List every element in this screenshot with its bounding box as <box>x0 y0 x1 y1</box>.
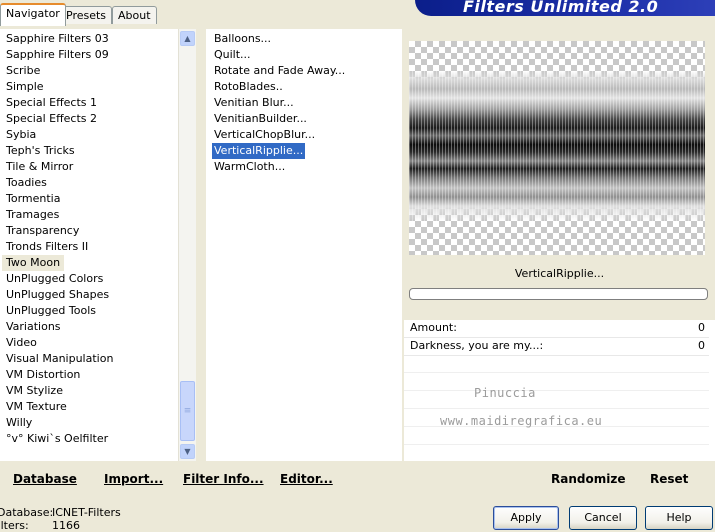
scroll-thumb[interactable]: ≡ <box>180 381 195 441</box>
scroll-up-button[interactable]: ▲ <box>180 31 195 46</box>
bottom-toolbar: Database Import... Filter Info... Editor… <box>0 462 715 494</box>
category-item[interactable]: Tronds Filters II <box>6 239 88 255</box>
category-item[interactable]: Sapphire Filters 09 <box>6 47 109 63</box>
category-item[interactable]: Scribe <box>6 63 40 79</box>
category-item[interactable]: °v° Kiwi`s Oelfilter <box>6 431 108 447</box>
category-item[interactable]: VM Stylize <box>6 383 63 399</box>
category-item[interactable]: UnPlugged Tools <box>6 303 96 319</box>
filter-item[interactable]: Balloons... <box>214 31 271 47</box>
param-label: Darkness, you are my...: <box>410 339 544 352</box>
grip-icon: ≡ <box>183 406 192 416</box>
category-item[interactable]: VM Texture <box>6 399 67 415</box>
category-item[interactable]: UnPlugged Shapes <box>6 287 109 303</box>
category-scrollbar[interactable]: ▲ ≡ ▼ <box>178 29 196 461</box>
randomize-button[interactable]: Randomize <box>551 472 625 486</box>
app-title-banner: Filters Unlimited 2.0 <box>415 0 715 16</box>
filter-item[interactable]: RotoBlades.. <box>214 79 283 95</box>
category-item[interactable]: Tramages <box>6 207 59 223</box>
filter-item[interactable]: VerticalChopBlur... <box>214 127 315 143</box>
param-row-darkness[interactable]: Darkness, you are my...: 0 <box>404 338 709 356</box>
category-item[interactable]: Video <box>6 335 37 351</box>
category-item[interactable]: Two Moon <box>2 255 65 271</box>
category-item[interactable]: Simple <box>6 79 44 95</box>
import-button[interactable]: Import... <box>104 472 163 486</box>
filter-list[interactable]: Balloons... Quilt... Rotate and Fade Away.… <box>206 29 402 461</box>
param-value: 0 <box>698 339 705 352</box>
category-item[interactable]: UnPlugged Colors <box>6 271 103 287</box>
filter-item[interactable]: VerticalRipplie... <box>212 143 306 159</box>
filter-item[interactable]: WarmCloth... <box>214 159 285 175</box>
scroll-down-button[interactable]: ▼ <box>180 444 195 459</box>
filter-info-button[interactable]: Filter Info... <box>183 472 264 486</box>
status-filters-label: Filters: <box>0 519 29 532</box>
tab-about[interactable]: About <box>112 6 157 24</box>
category-item[interactable]: Tormentia <box>6 191 60 207</box>
category-item[interactable]: Toadies <box>6 175 47 191</box>
status-database-value: ICNET-Filters <box>52 506 121 519</box>
watermark-url: www.maidiregrafica.eu <box>440 414 603 428</box>
preview-image <box>409 41 705 255</box>
filter-item[interactable]: Rotate and Fade Away... <box>214 63 345 79</box>
filter-item[interactable]: Venitian Blur... <box>214 95 294 111</box>
category-item[interactable]: Sybia <box>6 127 36 143</box>
cancel-button[interactable]: Cancel <box>569 506 637 530</box>
ripple-effect-preview <box>409 71 705 221</box>
filter-item[interactable]: Quilt... <box>214 47 251 63</box>
category-item[interactable]: Transparency <box>6 223 79 239</box>
param-row-amount[interactable]: Amount: 0 <box>404 320 709 338</box>
tab-presets[interactable]: Presets <box>60 6 113 24</box>
filter-item[interactable]: VenitianBuilder... <box>214 111 307 127</box>
help-button[interactable]: Help <box>645 506 713 530</box>
category-item[interactable]: Sapphire Filters 03 <box>6 31 109 47</box>
category-item[interactable]: Tile & Mirror <box>6 159 73 175</box>
database-button[interactable]: Database <box>13 472 77 486</box>
status-database-label: Database: <box>0 506 54 519</box>
selected-filter-title: VerticalRipplie... <box>514 267 605 280</box>
chevron-down-icon: ▼ <box>184 447 191 456</box>
category-item[interactable]: Variations <box>6 319 61 335</box>
category-item[interactable]: Visual Manipulation <box>6 351 113 367</box>
editor-button[interactable]: Editor... <box>280 472 333 486</box>
category-item[interactable]: Teph's Tricks <box>6 143 75 159</box>
category-item[interactable]: Special Effects 1 <box>6 95 97 111</box>
status-filters-value: 1166 <box>52 519 80 532</box>
param-label: Amount: <box>410 321 457 334</box>
tab-navigator[interactable]: Navigator <box>0 3 66 26</box>
watermark-name: Pinuccia <box>474 386 536 400</box>
reset-button[interactable]: Reset <box>650 472 688 486</box>
category-item[interactable]: Special Effects 2 <box>6 111 97 127</box>
chevron-up-icon: ▲ <box>184 34 191 43</box>
parameter-panel: Amount: 0 Darkness, you are my...: 0 Pin… <box>404 320 715 461</box>
progress-bar <box>409 288 708 300</box>
category-list[interactable]: Sapphire Filters 03 Sapphire Filters 09 Sc… <box>0 29 178 461</box>
apply-button[interactable]: Apply <box>493 506 559 530</box>
category-item[interactable]: VM Distortion <box>6 367 80 383</box>
param-value: 0 <box>698 321 705 334</box>
category-item[interactable]: Willy <box>6 415 32 431</box>
